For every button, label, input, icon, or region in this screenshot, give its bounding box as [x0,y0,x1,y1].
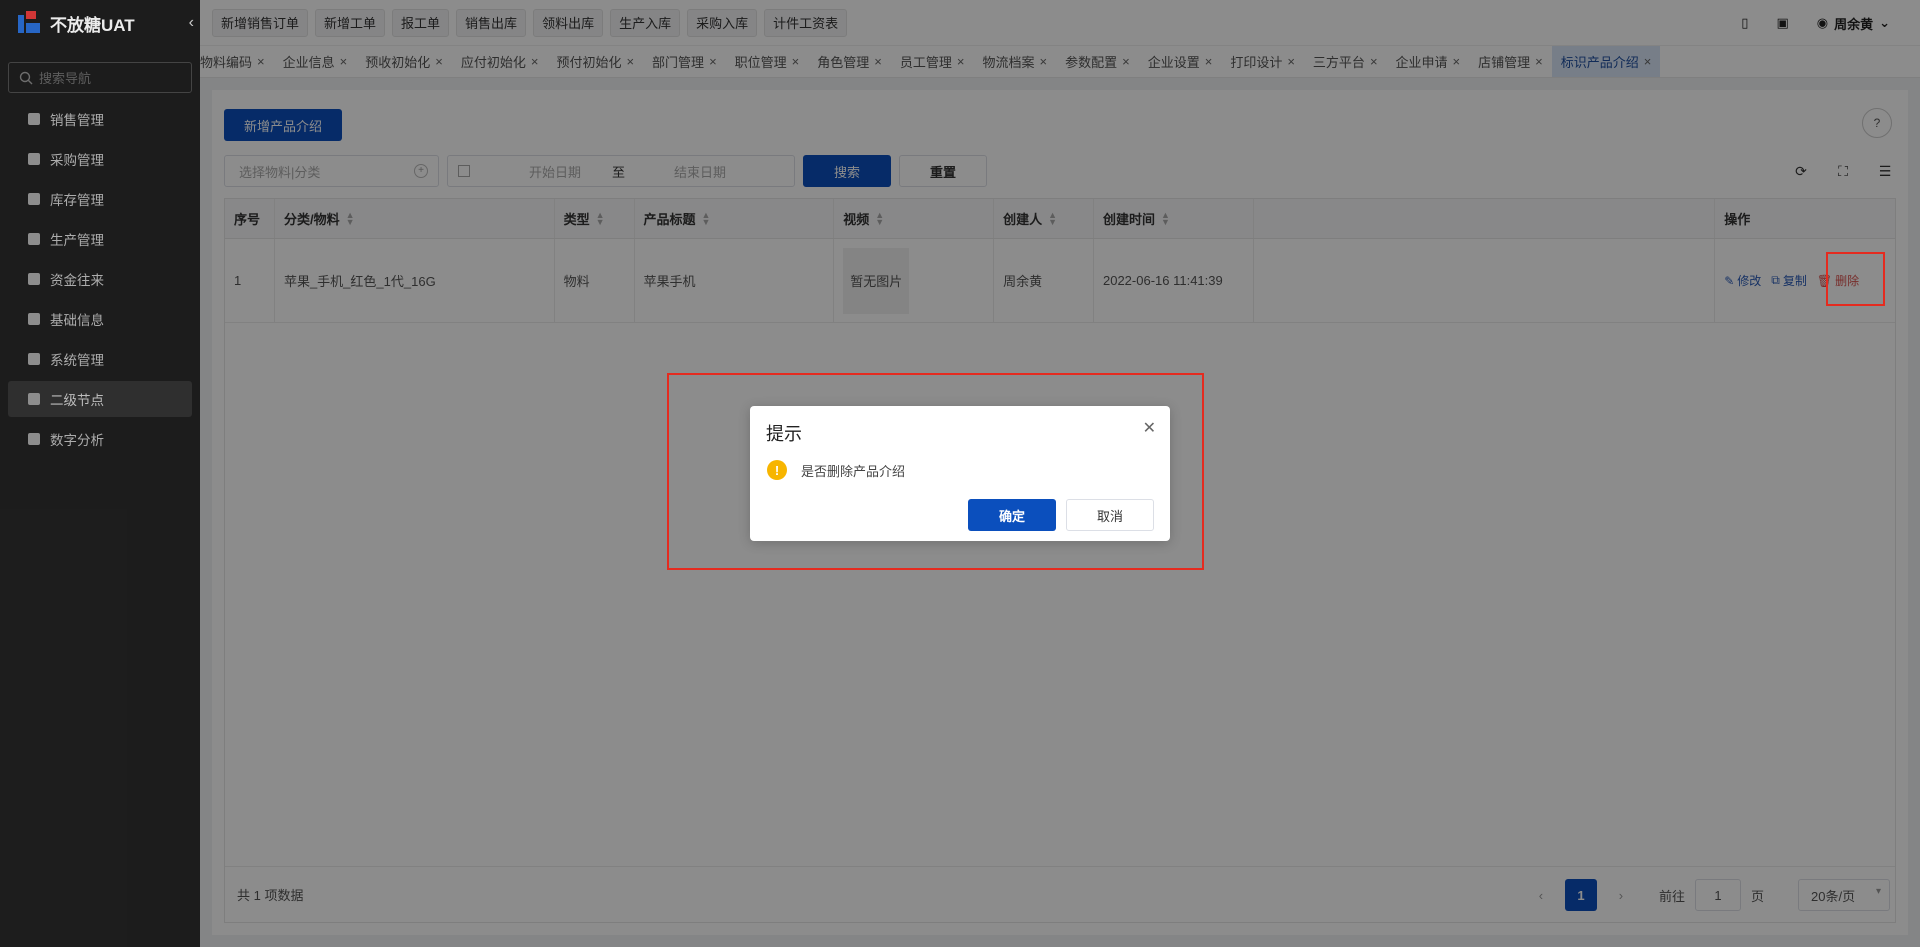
cancel-button[interactable]: 取消 [1066,499,1154,531]
warning-icon: ! [767,460,787,480]
confirm-dialog: 提示 ✕ ! 是否删除产品介绍 确定 取消 [750,406,1170,541]
confirm-button[interactable]: 确定 [968,499,1056,531]
sidebar-mask [0,0,200,947]
close-icon[interactable]: ✕ [1143,418,1156,438]
dialog-title: 提示 [766,424,802,444]
delete-highlight-box [1826,252,1885,306]
dialog-message: ! 是否删除产品介绍 [767,460,905,480]
dialog-message-text: 是否删除产品介绍 [801,463,906,479]
